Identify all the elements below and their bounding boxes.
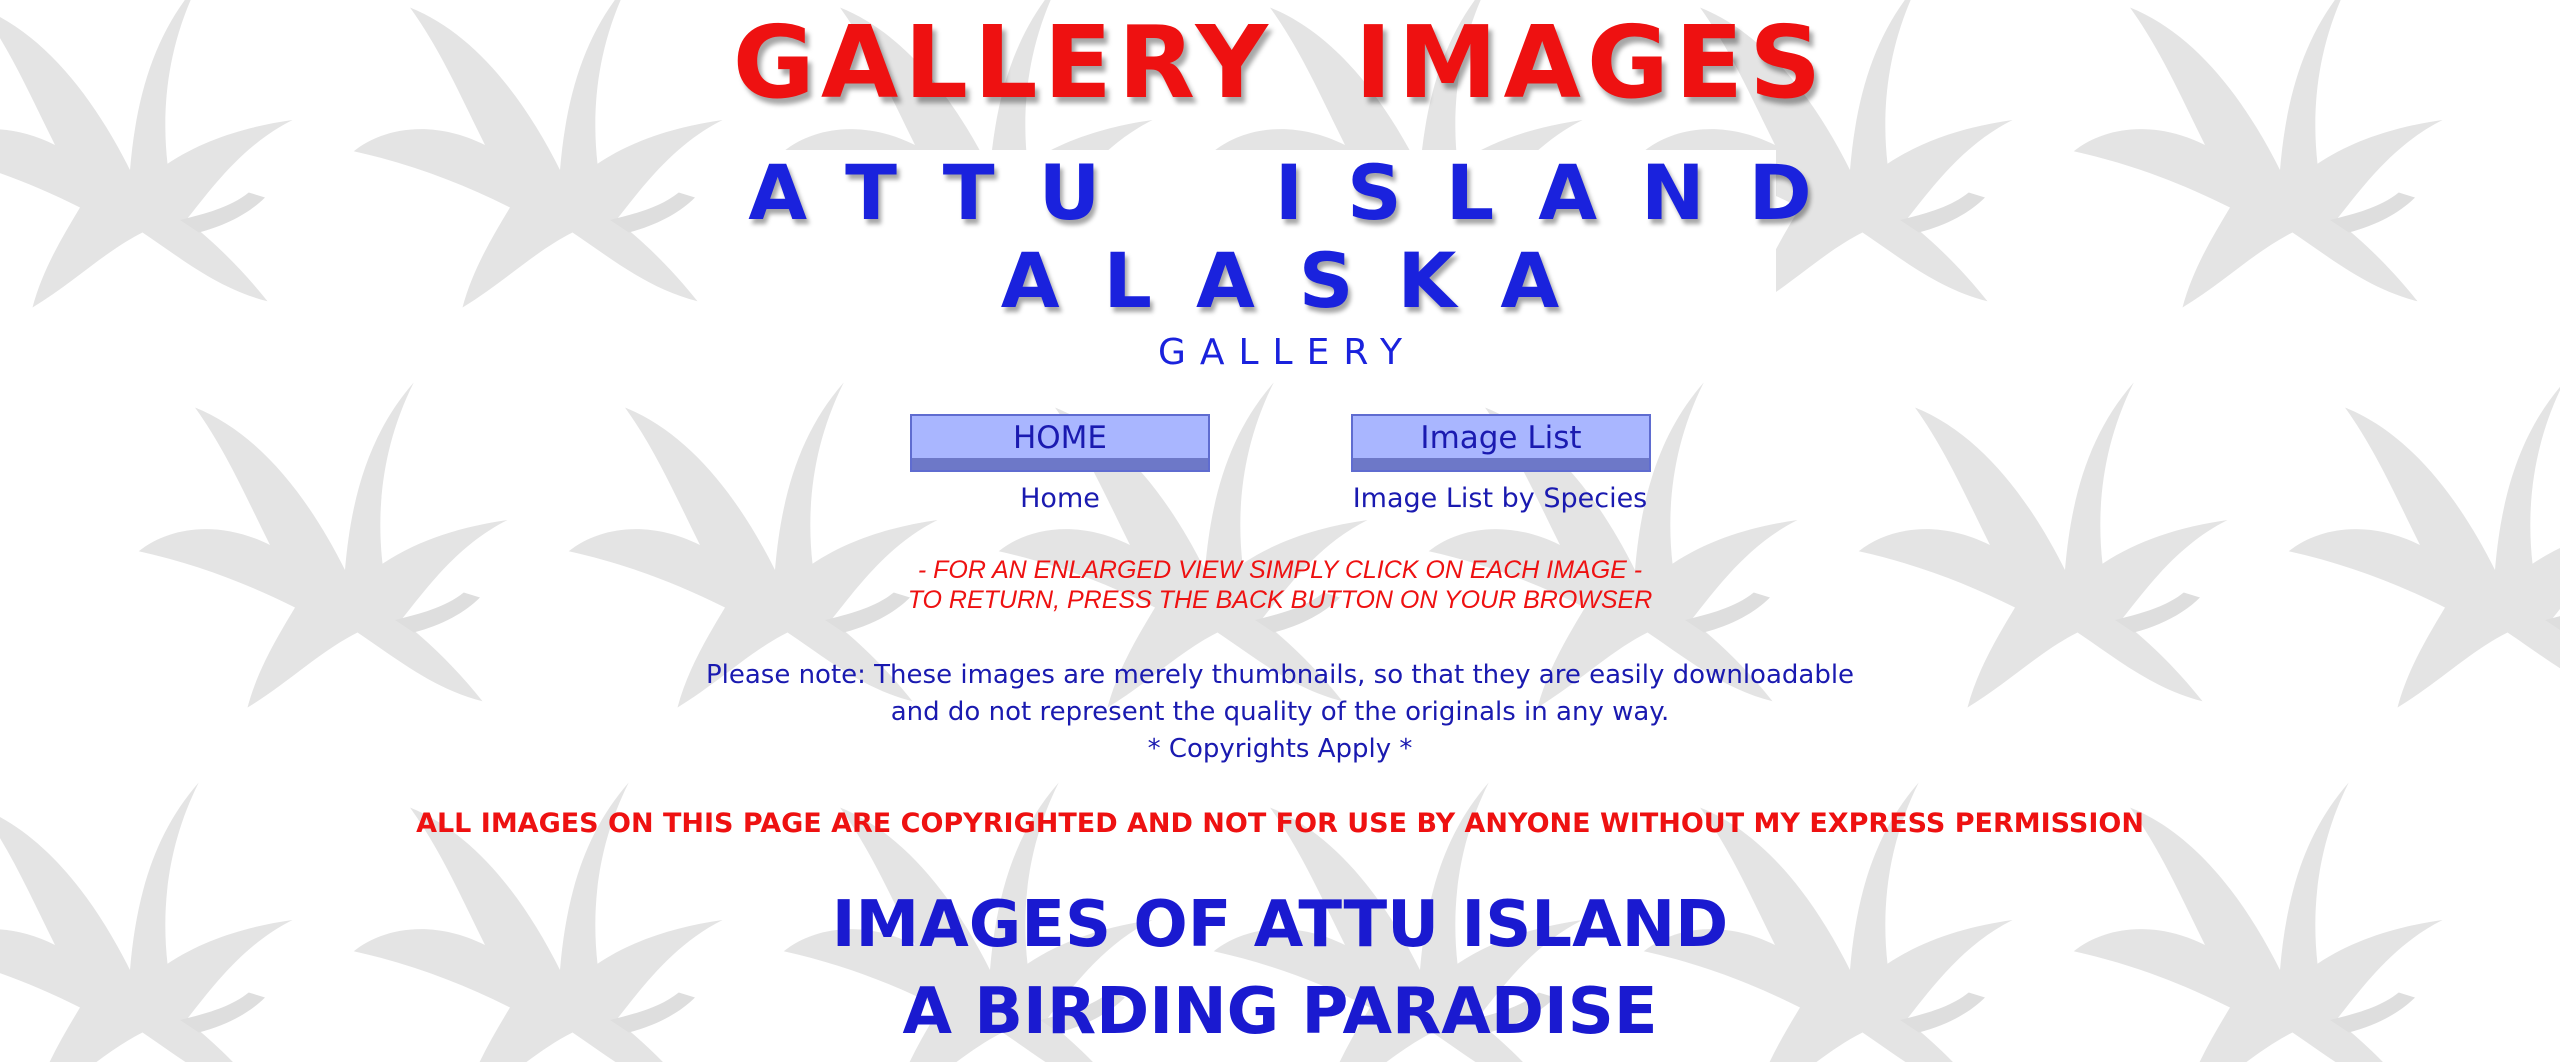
image-list-button-label: Image List: [1420, 420, 1582, 456]
return-instruction: TO RETURN, PRESS THE BACK BUTTON ON YOUR…: [907, 586, 1653, 614]
home-button[interactable]: HOME: [910, 414, 1210, 472]
banner-attu-island: ATTU ISLAND: [748, 148, 1856, 237]
banner-alaska: ALASKA: [1000, 236, 1604, 325]
birding-paradise-heading: A BIRDING PARADISE: [902, 975, 1658, 1049]
thumbnail-note-line-2: and do not represent the quality of the …: [890, 697, 1670, 727]
bird-watermark-icon: [1858, 382, 2228, 708]
thumbnail-note-line-1: Please note: These images are merely thu…: [705, 660, 1855, 690]
home-button-label: HOME: [1012, 420, 1108, 456]
image-list-by-species-link[interactable]: Image List by Species: [1300, 483, 1700, 514]
images-of-attu-heading: IMAGES OF ATTU ISLAND: [831, 888, 1729, 962]
gallery-images-title: GALLERY IMAGES: [732, 4, 1828, 121]
home-link[interactable]: Home: [910, 483, 1210, 514]
bird-watermark-icon: [568, 382, 938, 708]
bird-watermark-icon: [2288, 382, 2560, 708]
copyrights-apply-note: * Copyrights Apply *: [1147, 734, 1413, 764]
image-list-button[interactable]: Image List: [1351, 414, 1651, 472]
banner-gallery-subtitle: GALLERY: [1157, 332, 1417, 373]
copyright-warning: ALL IMAGES ON THIS PAGE ARE COPYRIGHTED …: [416, 808, 2144, 839]
home-button-stripe: [912, 458, 1208, 470]
bird-watermark-icon: [138, 382, 508, 708]
image-list-button-stripe: [1353, 458, 1649, 470]
enlarge-instruction: - FOR AN ENLARGED VIEW SIMPLY CLICK ON E…: [917, 556, 1643, 584]
